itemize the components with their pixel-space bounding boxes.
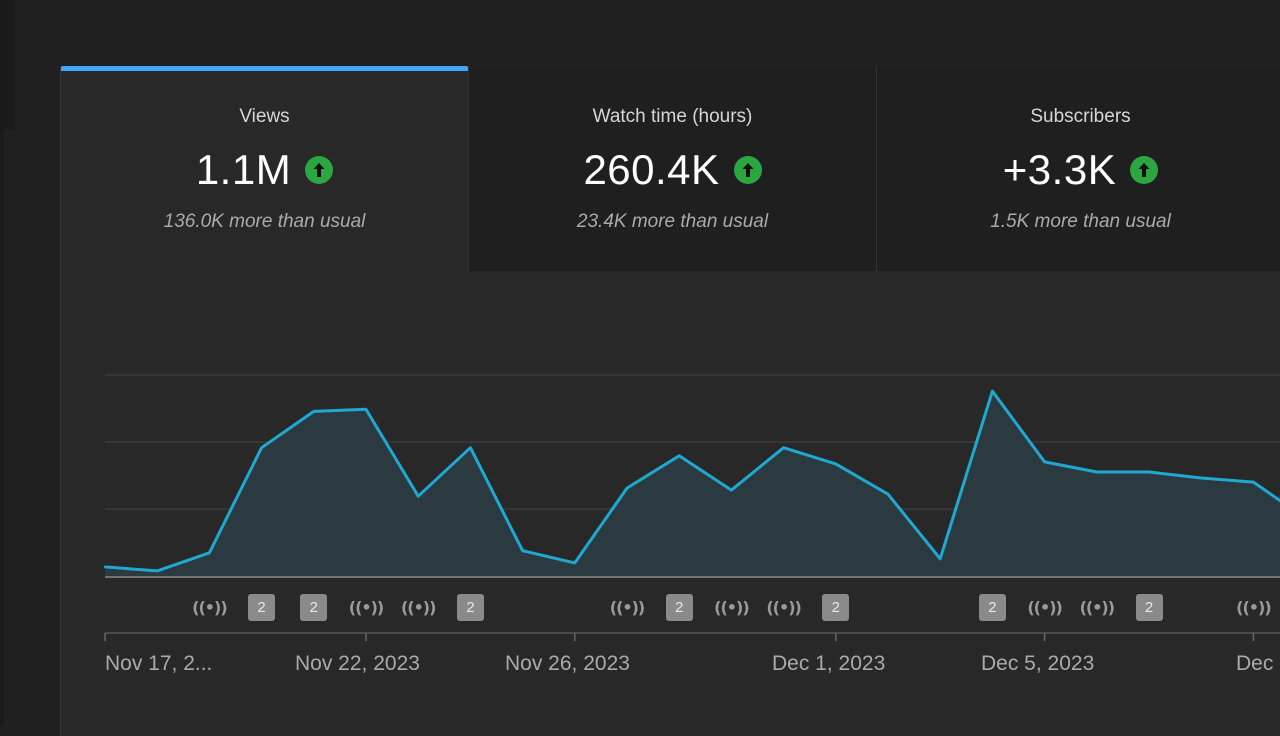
data-point xyxy=(364,408,368,411)
data-point xyxy=(782,446,785,449)
live-stream-icon[interactable]: ((•)) xyxy=(714,594,749,620)
live-stream-glyph: ((•)) xyxy=(714,597,749,617)
data-point xyxy=(1200,476,1203,480)
data-point xyxy=(417,495,420,498)
upload-count-badge[interactable]: 2 xyxy=(662,593,696,621)
x-tick-label: Dec 5, 2023 xyxy=(981,652,1095,675)
data-point xyxy=(312,410,315,413)
upload-count-badge[interactable]: 2 xyxy=(297,593,331,621)
data-point xyxy=(1095,470,1099,474)
live-stream-glyph: ((•)) xyxy=(400,597,436,617)
live-stream-icon[interactable]: ((•)) xyxy=(1079,594,1115,620)
x-tick-label: Dec 1, 2023 xyxy=(772,652,886,675)
chart-area-fill xyxy=(105,391,1280,577)
live-stream-glyph: ((•)) xyxy=(766,597,801,617)
data-point xyxy=(886,492,890,496)
x-tick-label: Nov 17, 2... xyxy=(105,652,213,675)
data-point xyxy=(156,569,159,573)
live-stream-icon[interactable]: ((•)) xyxy=(609,594,645,620)
data-point xyxy=(730,488,733,492)
live-stream-icon[interactable]: ((•)) xyxy=(192,594,227,620)
data-point xyxy=(625,486,629,490)
data-point xyxy=(573,561,576,565)
x-tick-label: Nov 26, 2023 xyxy=(505,652,630,675)
data-point xyxy=(939,557,942,561)
data-point xyxy=(103,565,107,569)
upload-count-badge[interactable]: 2 xyxy=(819,593,853,621)
data-point xyxy=(991,389,994,393)
live-stream-icon[interactable]: ((•)) xyxy=(348,594,384,620)
live-stream-glyph: ((•)) xyxy=(348,597,384,617)
data-point xyxy=(521,549,524,552)
live-stream-glyph: ((•)) xyxy=(1027,597,1062,617)
live-stream-icon[interactable]: ((•)) xyxy=(400,594,436,620)
upload-count-badge[interactable]: 2 xyxy=(245,593,279,621)
upload-count-label: 2 xyxy=(665,593,693,621)
x-tick-label: Nov 22, 2023 xyxy=(295,652,420,675)
live-stream-icon[interactable]: ((•)) xyxy=(766,594,801,620)
live-stream-glyph: ((•)) xyxy=(1079,597,1115,617)
live-stream-glyph: ((•)) xyxy=(609,597,645,617)
live-stream-glyph: ((•)) xyxy=(192,597,227,617)
upload-count-badge[interactable]: 2 xyxy=(1132,593,1166,621)
data-point xyxy=(1043,460,1046,464)
data-point xyxy=(260,446,263,449)
upload-count-label: 2 xyxy=(456,593,484,621)
live-stream-glyph: ((•)) xyxy=(1236,597,1271,617)
data-point xyxy=(469,446,472,449)
data-point xyxy=(834,462,837,466)
live-stream-icon[interactable]: ((•)) xyxy=(1236,594,1271,620)
upload-count-label: 2 xyxy=(822,593,850,621)
live-stream-icon[interactable]: ((•)) xyxy=(1027,594,1062,620)
upload-count-badge[interactable]: 2 xyxy=(453,593,487,621)
x-tick-label: Dec xyxy=(1236,652,1274,675)
upload-count-label: 2 xyxy=(978,593,1006,621)
upload-count-label: 2 xyxy=(300,593,328,621)
upload-count-label: 2 xyxy=(248,593,276,621)
data-point xyxy=(1252,480,1255,484)
data-point xyxy=(208,551,211,554)
upload-count-badge[interactable]: 2 xyxy=(975,593,1009,621)
data-point xyxy=(678,454,681,457)
upload-count-label: 2 xyxy=(1135,593,1163,621)
data-point xyxy=(1147,470,1151,474)
